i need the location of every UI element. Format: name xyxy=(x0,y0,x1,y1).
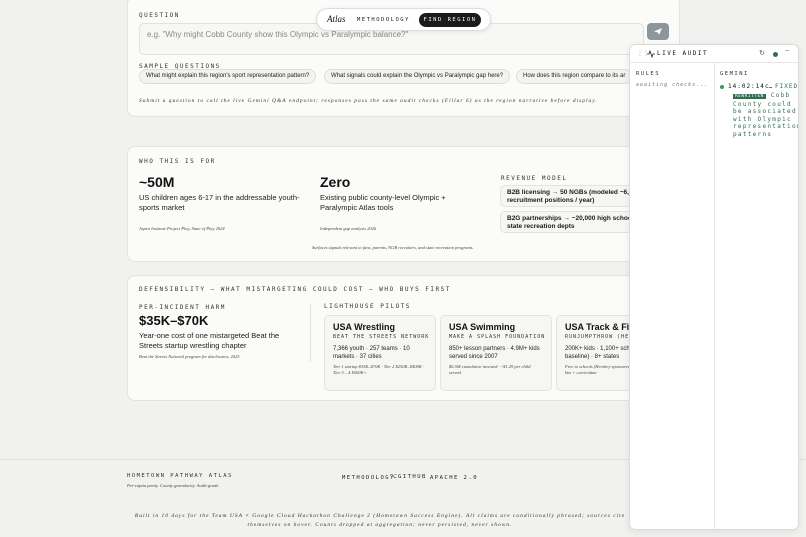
submit-button[interactable] xyxy=(647,23,669,40)
rules-status: awaiting checks... xyxy=(636,82,709,88)
stat-tools-source: Independent gap analysis 2026 xyxy=(320,226,377,231)
footer-github-link[interactable]: GITHUB xyxy=(398,474,427,480)
pilot-name: USA Swimming xyxy=(449,322,516,332)
revenue-item: B2B licensing → 50 NGBs (modeled ~6,000 … xyxy=(500,185,650,207)
find-region-button[interactable]: FIND REGION xyxy=(419,13,481,27)
footer-tagline: Per-capita parity. County granularity. A… xyxy=(127,483,220,488)
who-label: WHO THIS IS FOR xyxy=(139,158,216,165)
stat-market-source: Aspen Institute Project Play, State of P… xyxy=(139,226,225,231)
log-time: 14:02:14 xyxy=(728,83,765,90)
pilot-name: USA Wrestling xyxy=(333,322,396,332)
question-label: QUESTION xyxy=(139,12,180,19)
audit-header: ⋮⋮ LIVE AUDIT ↻ − xyxy=(630,45,798,63)
stat-market-value: ~50M xyxy=(139,174,175,190)
harm-desc: Year-one cost of one mistargeted Beat th… xyxy=(139,331,280,350)
live-audit-panel: ⋮⋮ LIVE AUDIT ↻ − RULES awaiting checks.… xyxy=(629,44,799,530)
log-message: REWRITTEN Cobb County could be associate… xyxy=(733,92,798,138)
pilot-sub: BEAT THE STREETS NETWORK xyxy=(333,334,430,340)
status-dot-icon xyxy=(773,52,778,57)
pilots-label: LIGHTHOUSE PILOTS xyxy=(324,303,411,310)
activity-icon xyxy=(647,50,655,58)
github-icon: ⌥ xyxy=(390,474,397,480)
divider xyxy=(310,304,311,362)
sample-chip[interactable]: How does this region compare to its ar xyxy=(516,69,632,84)
brand-logo[interactable]: Atlas xyxy=(327,14,346,24)
log-status: FIXED xyxy=(775,83,799,90)
harm-value: $35K–$70K xyxy=(139,313,209,328)
pilot-stats: 7,366 youth · 257 teams · 10 markets · 3… xyxy=(333,346,410,360)
gemini-label: GEMINI xyxy=(720,71,749,77)
question-footnote: Submit a question to call the live Gemin… xyxy=(139,98,598,104)
footer-brand: HOMETOWN PATHWAY ATLAS xyxy=(127,473,233,479)
footer-methodology-link[interactable]: METHODOLOGY xyxy=(342,475,395,481)
sample-chip[interactable]: What might explain this region's sport r… xyxy=(139,69,317,84)
gemini-column: GEMINI 14:02:14 c… FIXED REWRITTEN Cobb … xyxy=(715,63,799,529)
revenue-label: REVENUE MODEL xyxy=(501,175,568,182)
sample-chip[interactable]: What signals could explain the Olympic v… xyxy=(324,69,511,84)
stat-tools-desc: Existing public county-level Olympic + P… xyxy=(320,193,446,212)
send-icon xyxy=(654,28,662,35)
pilot-stats: 850+ lesson partners · 4.9M+ kids served… xyxy=(449,346,540,360)
rewritten-badge: REWRITTEN xyxy=(733,94,766,99)
stat-market-desc: US children ages 6-17 in the addressable… xyxy=(139,193,300,212)
pilot-sub: MAKE A SPLASH FOUNDATION xyxy=(449,334,546,340)
footer-license-link[interactable]: APACHE 2.0 xyxy=(430,475,478,481)
rules-label: RULES xyxy=(636,71,661,77)
harm-source: Beat the Streets National program fee di… xyxy=(139,354,240,359)
log-status-dot xyxy=(720,85,724,89)
rules-column: RULES awaiting checks... xyxy=(630,63,715,529)
audit-title: LIVE AUDIT xyxy=(657,50,709,57)
question-placeholder: e.g. "Why might Cobb County show this Ol… xyxy=(147,30,409,39)
top-nav: Atlas METHODOLOGY FIND REGION xyxy=(316,8,491,31)
log-trunc: c… xyxy=(765,83,773,90)
revenue-item: B2G partnerships → ~20,000 high schools … xyxy=(500,211,650,233)
pilot-note: Tier 1 startup $35K–$70K · Tier 2 $250K–… xyxy=(333,364,425,375)
footer-caption: Surfaces signals relevant to fans, paren… xyxy=(312,245,474,250)
pilot-card-swimming[interactable]: USA Swimming MAKE A SPLASH FOUNDATION 85… xyxy=(440,315,552,391)
minimize-icon[interactable]: − xyxy=(785,48,789,55)
pilot-card-wrestling[interactable]: USA Wrestling BEAT THE STREETS NETWORK 7… xyxy=(324,315,436,391)
pilot-note: $6.5M cumulative invested · ~$1.29 per c… xyxy=(449,364,531,375)
stat-tools-value: Zero xyxy=(320,174,351,190)
footer-legal: Built in 10 days for the Team USA × Goog… xyxy=(134,513,626,528)
harm-label: PER-INCIDENT HARM xyxy=(139,304,226,311)
refresh-icon[interactable]: ↻ xyxy=(759,49,765,57)
nav-methodology-link[interactable]: METHODOLOGY xyxy=(357,17,410,23)
defensibility-label: DEFENSIBILITY — WHAT MISTARGETING COULD … xyxy=(139,286,451,293)
